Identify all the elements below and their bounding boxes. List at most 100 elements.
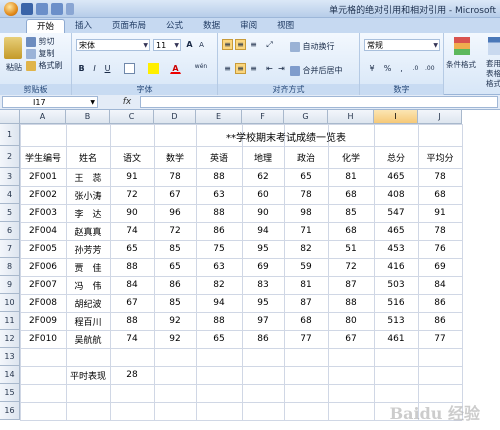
data-cell[interactable]: 92	[154, 330, 196, 348]
data-cell[interactable]: 冯 伟	[66, 276, 110, 294]
data-cell[interactable]: 65	[284, 168, 328, 186]
column-header-g[interactable]: G	[284, 110, 328, 124]
data-cell[interactable]: 2F007	[20, 276, 66, 294]
bold-button[interactable]: B	[76, 63, 87, 74]
data-cell[interactable]: 96	[154, 204, 196, 222]
row-header-13[interactable]: 13	[0, 348, 20, 366]
data-cell[interactable]: 51	[328, 240, 374, 258]
conditional-format-button[interactable]: 条件格式	[446, 59, 476, 70]
header-cell[interactable]: 学生编号	[20, 146, 66, 168]
fill-color-icon[interactable]	[148, 63, 159, 74]
fx-icon[interactable]: fx	[118, 96, 136, 108]
data-cell[interactable]: 68	[418, 186, 462, 204]
data-cell[interactable]: 547	[374, 204, 418, 222]
row-header-4[interactable]: 4	[0, 186, 20, 204]
column-header-f[interactable]: F	[242, 110, 284, 124]
data-cell[interactable]: 程百川	[66, 312, 110, 330]
data-cell[interactable]: 84	[110, 276, 154, 294]
data-cell[interactable]: 2F001	[20, 168, 66, 186]
data-cell[interactable]: 88	[110, 258, 154, 276]
data-cell[interactable]: 69	[418, 258, 462, 276]
number-format-combo[interactable]: 常规 ▼	[364, 39, 440, 51]
tab-view[interactable]: 视图	[267, 19, 304, 33]
italic-button[interactable]: I	[89, 63, 100, 74]
copy-button[interactable]: 复制	[26, 48, 55, 59]
row-header-3[interactable]: 3	[0, 168, 20, 186]
data-cell[interactable]: 80	[328, 312, 374, 330]
data-cell[interactable]: 69	[242, 258, 284, 276]
header-cell[interactable]: 平均分	[418, 146, 462, 168]
data-cell[interactable]: 75	[196, 240, 242, 258]
data-cell[interactable]: 63	[196, 186, 242, 204]
row-header-9[interactable]: 9	[0, 276, 20, 294]
data-cell[interactable]: 李 达	[66, 204, 110, 222]
data-cell[interactable]: 86	[418, 312, 462, 330]
tab-data[interactable]: 数据	[193, 19, 230, 33]
row-header-7[interactable]: 7	[0, 240, 20, 258]
orientation-icon[interactable]: ⤢	[264, 39, 275, 50]
data-cell[interactable]: 67	[328, 330, 374, 348]
format-painter-button[interactable]: 格式刷	[26, 60, 63, 71]
currency-icon[interactable]: ¥	[364, 63, 380, 74]
data-cell[interactable]: 67	[154, 186, 196, 204]
data-cell[interactable]: 张小涛	[66, 186, 110, 204]
column-header-b[interactable]: B	[66, 110, 110, 124]
data-cell[interactable]: 465	[374, 222, 418, 240]
ordinary-value-cell[interactable]: 28	[110, 366, 154, 384]
align-right-icon[interactable]: ≡	[248, 63, 259, 74]
align-left-icon[interactable]: ≡	[222, 63, 233, 74]
data-cell[interactable]: 2F010	[20, 330, 66, 348]
data-cell[interactable]: 72	[154, 222, 196, 240]
data-cell[interactable]: 92	[154, 312, 196, 330]
tab-review[interactable]: 审阅	[230, 19, 267, 33]
data-cell[interactable]: 贾 佳	[66, 258, 110, 276]
data-cell[interactable]: 88	[196, 204, 242, 222]
data-cell[interactable]: 98	[284, 204, 328, 222]
row-header-6[interactable]: 6	[0, 222, 20, 240]
header-cell[interactable]: 地理	[242, 146, 284, 168]
column-header-h[interactable]: H	[328, 110, 374, 124]
decrease-decimal-icon[interactable]: .00	[424, 63, 435, 74]
font-name-combo[interactable]: 宋体 ▼	[76, 39, 150, 51]
data-cell[interactable]: 78	[418, 168, 462, 186]
column-header-c[interactable]: C	[110, 110, 154, 124]
column-header-a[interactable]: A	[20, 110, 66, 124]
tab-formulas[interactable]: 公式	[156, 19, 193, 33]
merge-center-button[interactable]: 合并后居中	[290, 65, 343, 76]
data-cell[interactable]: 孙芳芳	[66, 240, 110, 258]
data-cell[interactable]: 465	[374, 168, 418, 186]
data-cell[interactable]: 胡纪波	[66, 294, 110, 312]
header-cell[interactable]: 化学	[328, 146, 374, 168]
row-header-15[interactable]: 15	[0, 384, 20, 402]
data-cell[interactable]: 81	[284, 276, 328, 294]
wrap-text-button[interactable]: 自动换行	[290, 41, 335, 52]
data-cell[interactable]: 86	[242, 330, 284, 348]
header-cell[interactable]: 英语	[196, 146, 242, 168]
data-cell[interactable]: 67	[110, 294, 154, 312]
redo-icon[interactable]	[51, 2, 63, 15]
row-header-12[interactable]: 12	[0, 330, 20, 348]
data-cell[interactable]: 85	[154, 294, 196, 312]
worksheet[interactable]: ABCDEFGHIJ 1 2 3 4 5 6 7 8 9 10 11 12 13 14 15 16 **学校期…	[0, 110, 500, 430]
data-cell[interactable]: 91	[418, 204, 462, 222]
shrink-font-icon[interactable]: A	[196, 39, 207, 50]
row-header-5[interactable]: 5	[0, 204, 20, 222]
ordinary-label-cell[interactable]: 平时表现	[66, 366, 110, 384]
office-button[interactable]	[4, 1, 18, 16]
data-cell[interactable]: 85	[154, 240, 196, 258]
sheet-title[interactable]: **学校期末考试成绩一览表	[226, 129, 346, 144]
data-cell[interactable]: 87	[328, 276, 374, 294]
paste-button[interactable]: 粘贴	[6, 62, 22, 73]
data-cell[interactable]: 吴航航	[66, 330, 110, 348]
select-all-corner[interactable]	[0, 110, 20, 124]
data-cell[interactable]: 91	[110, 168, 154, 186]
header-cell[interactable]: 语文	[110, 146, 154, 168]
data-cell[interactable]: 78	[418, 222, 462, 240]
data-cell[interactable]: 453	[374, 240, 418, 258]
data-cell[interactable]: 78	[154, 168, 196, 186]
data-cell[interactable]: 60	[242, 186, 284, 204]
data-cell[interactable]: 77	[418, 330, 462, 348]
data-cell[interactable]: 461	[374, 330, 418, 348]
header-cell[interactable]: 总分	[374, 146, 418, 168]
data-cell[interactable]: 71	[284, 222, 328, 240]
